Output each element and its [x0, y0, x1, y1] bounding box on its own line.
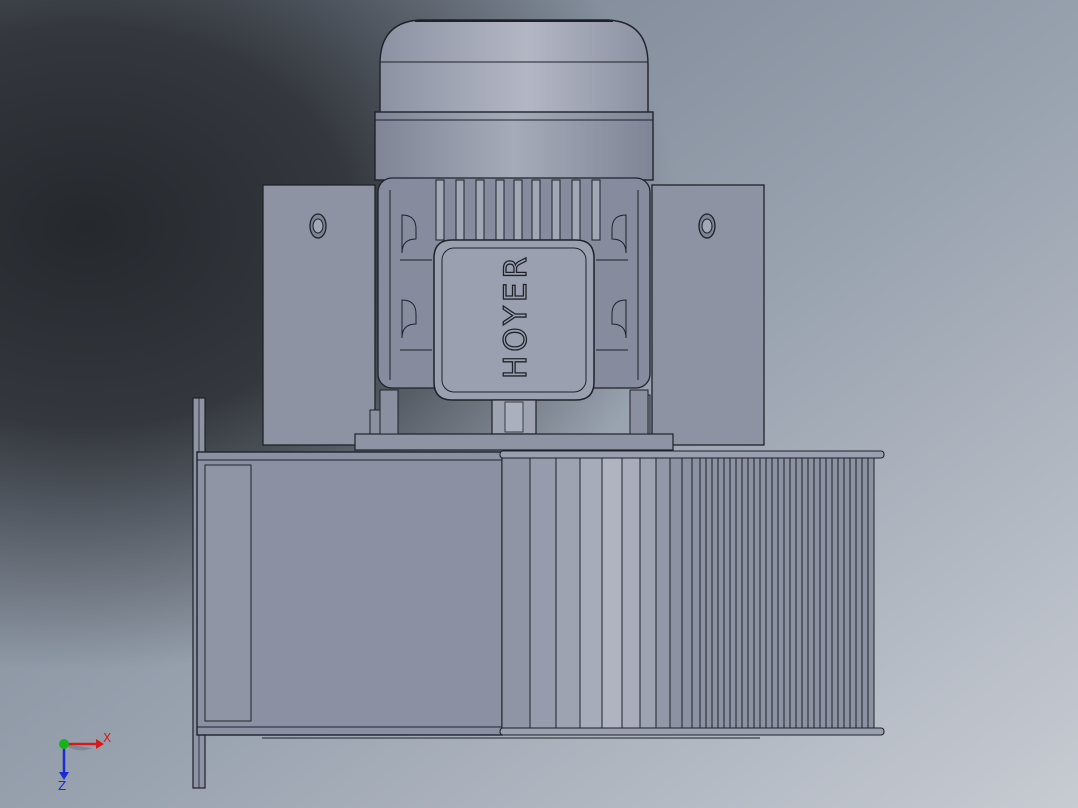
mounting-bracket-right[interactable]: [631, 184, 765, 446]
impeller-blade: [807, 457, 815, 729]
cooling-fin: [475, 179, 485, 241]
impeller-blade: [753, 457, 761, 729]
cooling-fins: [435, 179, 601, 241]
bolt-hole-left: [309, 213, 327, 239]
impeller-blades: [501, 457, 875, 729]
impeller-blade: [717, 457, 725, 729]
motor-fan-cover: [379, 19, 649, 117]
cooling-fin: [531, 179, 541, 241]
impeller-blade: [639, 457, 657, 729]
impeller-top-rim: [499, 450, 885, 459]
impeller-blade: [741, 457, 749, 729]
impeller-blade: [777, 457, 785, 729]
impeller-blade: [681, 457, 693, 729]
z-axis-label: Z: [58, 779, 66, 793]
cooling-fin: [513, 179, 523, 241]
impeller-blade: [655, 457, 671, 729]
impeller-blade: [705, 457, 713, 729]
impeller-blade: [825, 457, 833, 729]
impeller-blade: [765, 457, 773, 729]
impeller-blade: [501, 457, 531, 729]
impeller-blade: [529, 457, 557, 729]
impeller-blade: [555, 457, 581, 729]
motor-housing: [374, 111, 654, 181]
impeller-blade: [579, 457, 603, 729]
cooling-fin: [591, 179, 601, 241]
impeller-blade: [729, 457, 737, 729]
impeller-blade: [783, 457, 791, 729]
fan-housing[interactable]: [192, 397, 885, 789]
motor[interactable]: HOYER: [354, 19, 674, 451]
impeller-blade: [849, 457, 857, 729]
bolt-hole-right: [698, 213, 716, 239]
impeller-blade: [699, 457, 707, 729]
cooling-fin: [435, 179, 445, 241]
y-axis-dot: [59, 739, 69, 749]
impeller-blade: [759, 457, 767, 729]
impeller-blade: [861, 457, 869, 729]
brand-label: HOYER: [498, 253, 534, 379]
impeller-blade: [691, 457, 701, 729]
impeller-blade: [855, 457, 863, 729]
cad-viewport[interactable]: HOYER X Z: [0, 0, 1078, 808]
impeller-blade: [621, 457, 641, 729]
impeller-blade: [669, 457, 683, 729]
cooling-fin: [551, 179, 561, 241]
impeller-blade: [843, 457, 851, 729]
inlet-panel: [204, 464, 252, 722]
impeller-blade: [837, 457, 845, 729]
model-view[interactable]: HOYER X Z: [0, 0, 1078, 808]
impeller-blade: [813, 457, 821, 729]
cooling-fin: [571, 179, 581, 241]
impeller-blade: [711, 457, 719, 729]
impeller-blade: [801, 457, 809, 729]
motor-base-plate: [354, 433, 674, 451]
impeller-blade: [831, 457, 839, 729]
cooling-fin: [495, 179, 505, 241]
impeller-bottom-rim: [499, 727, 885, 736]
impeller-blade: [867, 457, 875, 729]
mounting-bracket-left[interactable]: [262, 184, 383, 449]
impeller-blade: [789, 457, 797, 729]
impeller-blade: [747, 457, 755, 729]
cooling-fin: [455, 179, 465, 241]
impeller-blade: [771, 457, 779, 729]
impeller-blade: [723, 457, 731, 729]
impeller-blade: [735, 457, 743, 729]
impeller-blade: [795, 457, 803, 729]
impeller-blade: [819, 457, 827, 729]
x-axis-label: X: [103, 731, 111, 745]
impeller-blade: [601, 457, 623, 729]
